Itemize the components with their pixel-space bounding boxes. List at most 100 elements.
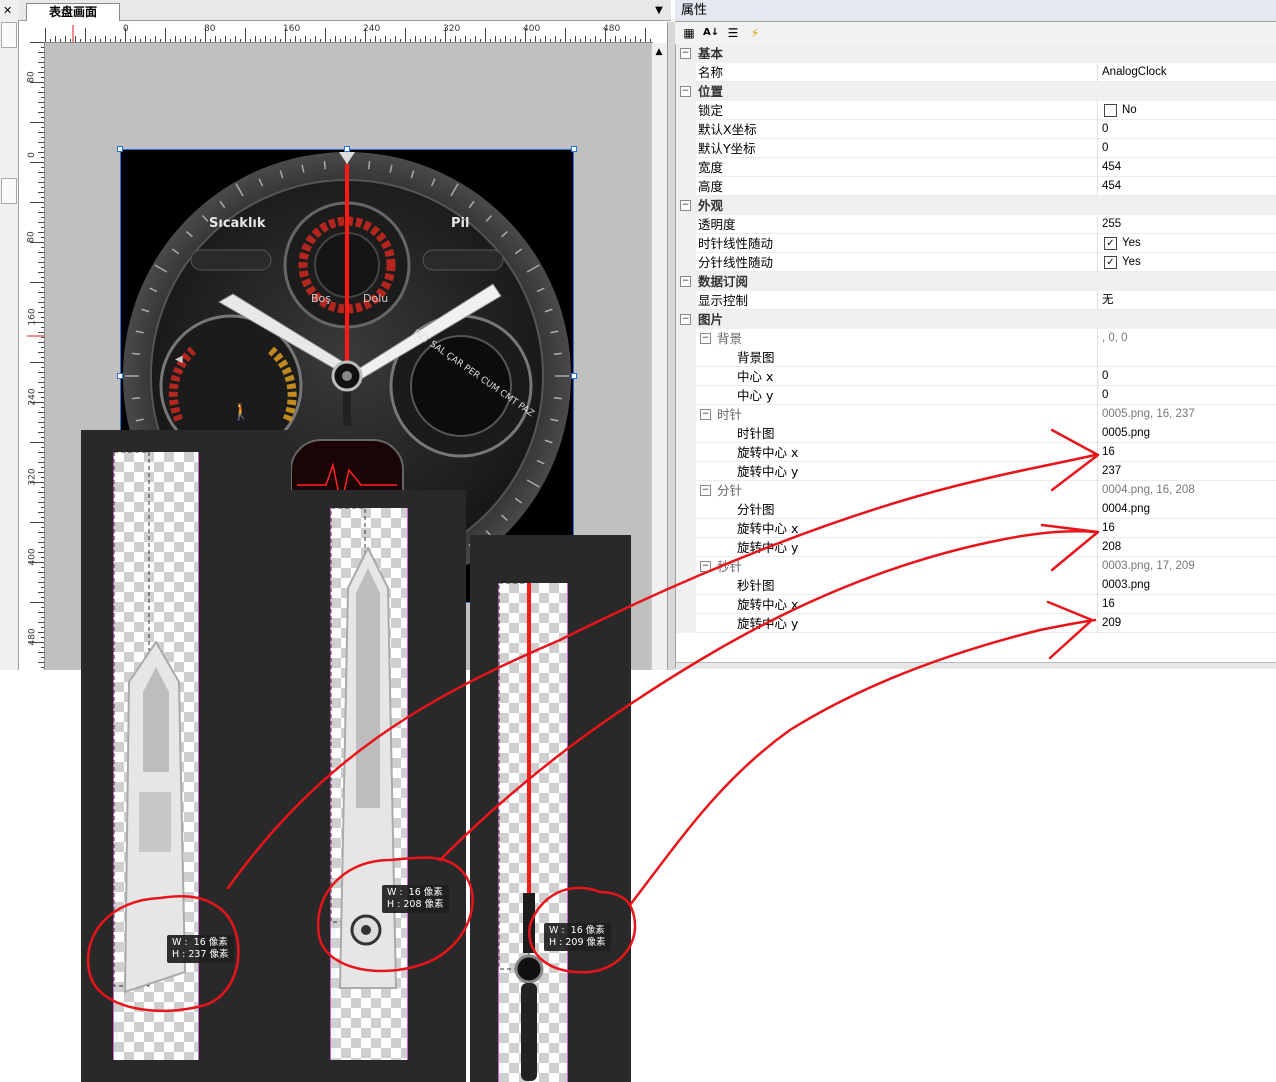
property-value[interactable]: 0003.png, 17, 209	[1102, 557, 1195, 576]
property-row[interactable]: 时针图 0005.png	[676, 424, 1276, 443]
alphabetical-sort-icon[interactable]: A↓	[703, 25, 719, 41]
categorized-view-icon[interactable]: ▦	[681, 25, 697, 41]
property-value[interactable]: AnalogClock	[1102, 63, 1167, 82]
checkbox-checked[interactable]: ✓	[1104, 237, 1117, 250]
height-readout: H : 208 像素	[387, 899, 444, 910]
property-row[interactable]: 分针线性随动 ✓ Yes	[676, 253, 1276, 272]
property-category-row[interactable]: − 位置	[676, 82, 1276, 101]
toolbox-slot[interactable]	[1, 178, 17, 204]
property-value[interactable]: Yes	[1122, 234, 1141, 253]
vertical-ruler: 80 0 80 160 240 320 400 480	[24, 42, 45, 670]
toolbox-slot[interactable]	[1, 22, 17, 48]
resize-handle[interactable]	[117, 373, 123, 379]
vertical-scrollbar[interactable]	[651, 43, 668, 670]
property-value[interactable]: , 0, 0	[1102, 329, 1128, 348]
property-row[interactable]: 旋转中心 x 16	[676, 519, 1276, 538]
property-value[interactable]: 209	[1102, 614, 1121, 633]
property-row[interactable]: 默认Y坐标 0	[676, 139, 1276, 158]
property-value[interactable]: 0	[1102, 120, 1108, 139]
column-separator	[1097, 139, 1098, 158]
width-readout: W : 16 像素	[549, 925, 605, 936]
events-lightning-icon[interactable]: ⚡	[747, 25, 763, 41]
property-row[interactable]: 旋转中心 y 209	[676, 614, 1276, 633]
ruler-label: 400	[523, 24, 541, 34]
column-separator	[1097, 253, 1098, 272]
ruler-label: 320	[27, 468, 38, 486]
property-value[interactable]: 255	[1102, 215, 1121, 234]
ruler-label: 80	[204, 24, 216, 34]
property-value[interactable]: 16	[1102, 519, 1115, 538]
resize-handle[interactable]	[117, 146, 123, 152]
property-value[interactable]: 454	[1102, 158, 1121, 177]
property-value[interactable]: 16	[1102, 595, 1115, 614]
property-category-row[interactable]: − 基本	[676, 44, 1276, 63]
property-value[interactable]: 0	[1102, 139, 1108, 158]
property-row[interactable]: 秒针图 0003.png	[676, 576, 1276, 595]
property-row[interactable]: 旋转中心 x 16	[676, 443, 1276, 462]
property-value[interactable]: 0004.png	[1102, 500, 1150, 519]
collapse-toggle-icon[interactable]: −	[680, 48, 691, 59]
property-value[interactable]: 0	[1102, 367, 1108, 386]
property-value[interactable]: 无	[1102, 291, 1114, 310]
property-value[interactable]: 0	[1102, 386, 1108, 405]
property-row[interactable]: 默认X坐标 0	[676, 120, 1276, 139]
property-category-row[interactable]: − 外观	[676, 196, 1276, 215]
property-value[interactable]: 0004.png, 16, 208	[1102, 481, 1195, 500]
property-value[interactable]: 237	[1102, 462, 1121, 481]
ruler-label: 0	[123, 24, 129, 34]
property-row[interactable]: 中心 x 0	[676, 367, 1276, 386]
property-row[interactable]: 名称 AnalogClock	[676, 63, 1276, 82]
collapse-toggle-icon[interactable]: −	[680, 200, 691, 211]
property-row[interactable]: 透明度 255	[676, 215, 1276, 234]
property-row[interactable]: − 背景 , 0, 0	[676, 329, 1276, 348]
property-value[interactable]: 0005.png, 16, 237	[1102, 405, 1195, 424]
walking-person-icon: 🚶	[231, 402, 251, 421]
second-hand-image	[498, 583, 544, 1081]
row-gutter	[676, 519, 696, 538]
property-row[interactable]: 宽度 454	[676, 158, 1276, 177]
tab-watchface-screen[interactable]: 表盘画面	[26, 3, 120, 21]
property-value[interactable]: No	[1122, 101, 1137, 120]
property-row[interactable]: 高度 454	[676, 177, 1276, 196]
property-value[interactable]: 208	[1102, 538, 1121, 557]
resize-handle[interactable]	[571, 373, 577, 379]
property-pages-icon[interactable]: ☰	[725, 25, 741, 41]
property-value[interactable]: 454	[1102, 177, 1121, 196]
property-value[interactable]: 0003.png	[1102, 576, 1150, 595]
close-icon[interactable]: ✕	[3, 4, 12, 17]
property-category-row[interactable]: − 数据订阅	[676, 272, 1276, 291]
property-category-row[interactable]: − 图片	[676, 310, 1276, 329]
checkbox-checked[interactable]: ✓	[1104, 256, 1117, 269]
collapse-toggle-icon[interactable]: −	[680, 276, 691, 287]
property-row[interactable]: 锁定 No	[676, 101, 1276, 120]
collapse-toggle-icon[interactable]: −	[700, 409, 711, 420]
collapse-toggle-icon[interactable]: −	[680, 86, 691, 97]
column-separator	[1097, 177, 1098, 196]
left-toolbox-strip[interactable]: ✕	[0, 0, 19, 670]
chevron-down-icon[interactable]: ▼	[652, 4, 666, 18]
property-row[interactable]: 时针线性随动 ✓ Yes	[676, 234, 1276, 253]
property-row[interactable]: − 秒针 0003.png, 17, 209	[676, 557, 1276, 576]
property-row[interactable]: − 分针 0004.png, 16, 208	[676, 481, 1276, 500]
property-row[interactable]: 旋转中心 y 208	[676, 538, 1276, 557]
property-value[interactable]: 0005.png	[1102, 424, 1150, 443]
scroll-up-arrow-icon[interactable]: ▲	[651, 45, 667, 59]
collapse-toggle-icon[interactable]: −	[700, 561, 711, 572]
property-row[interactable]: 旋转中心 y 237	[676, 462, 1276, 481]
resize-handle[interactable]	[571, 146, 577, 152]
checkbox-unchecked[interactable]	[1104, 104, 1117, 117]
hour-hand-preview-panel: W : 16 像素 H : 237 像素	[81, 430, 291, 1082]
property-row[interactable]: 中心 y 0	[676, 386, 1276, 405]
property-value[interactable]: Yes	[1122, 253, 1141, 272]
property-name: 外观	[698, 198, 724, 213]
property-value[interactable]: 16	[1102, 443, 1115, 462]
property-row[interactable]: 旋转中心 x 16	[676, 595, 1276, 614]
property-row[interactable]: 背景图	[676, 348, 1276, 367]
collapse-toggle-icon[interactable]: −	[680, 314, 691, 325]
resize-handle[interactable]	[344, 146, 350, 152]
property-row[interactable]: − 时针 0005.png, 16, 237	[676, 405, 1276, 424]
collapse-toggle-icon[interactable]: −	[700, 485, 711, 496]
property-row[interactable]: 分针图 0004.png	[676, 500, 1276, 519]
property-row[interactable]: 显示控制 无	[676, 291, 1276, 310]
collapse-toggle-icon[interactable]: −	[700, 333, 711, 344]
